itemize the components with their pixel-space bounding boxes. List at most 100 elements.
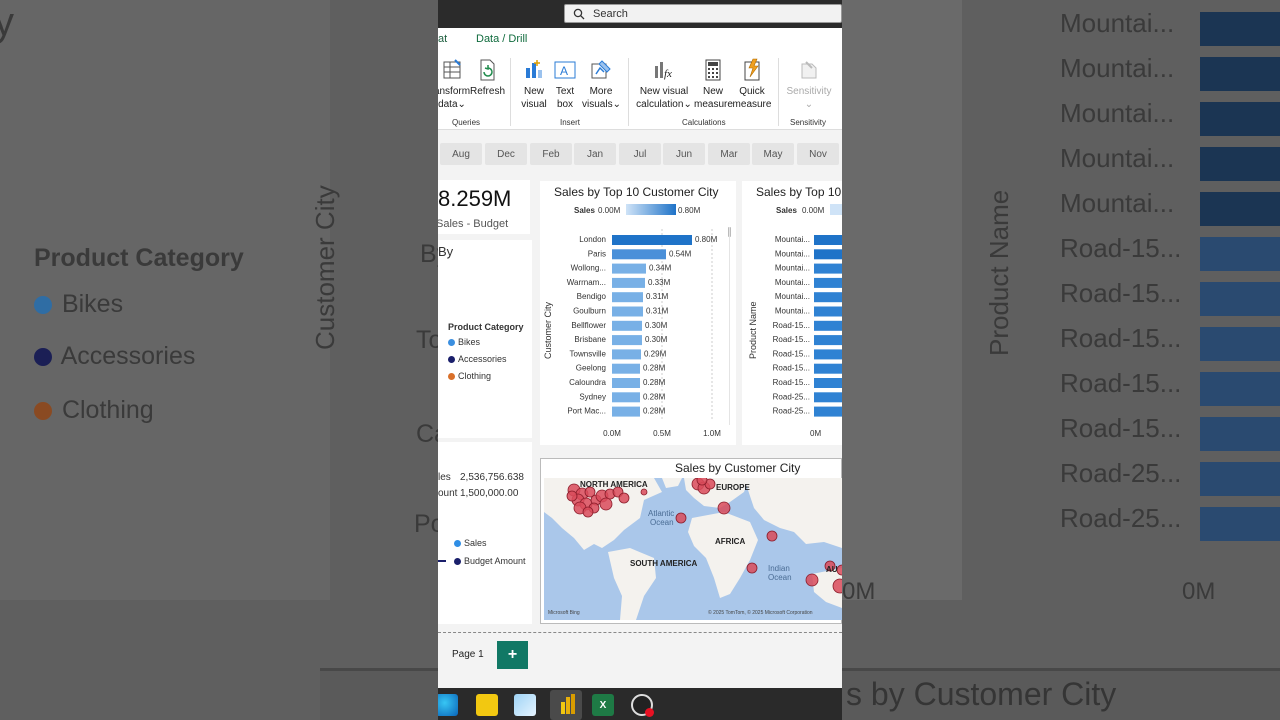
slicer-item[interactable]: Feb xyxy=(530,143,572,165)
text-box-button[interactable]: A Text box xyxy=(550,58,580,111)
background-left: y Customer City Product Category Bikes A… xyxy=(0,0,438,720)
kpi-card[interactable]: 8.259M Sales - Budget xyxy=(438,180,530,234)
screen: y Customer City Product Category Bikes A… xyxy=(0,0,1280,720)
bar[interactable] xyxy=(814,235,842,245)
map-point[interactable] xyxy=(746,562,758,574)
bar[interactable] xyxy=(814,277,842,288)
map-label-indian-ocean-2: Ocean xyxy=(768,573,792,582)
bar[interactable] xyxy=(814,292,842,303)
map-point[interactable] xyxy=(717,501,731,515)
data-label: 0.28M xyxy=(643,407,666,416)
slicer-item[interactable]: Aug xyxy=(440,143,482,165)
map-point[interactable] xyxy=(618,492,630,504)
add-page-button[interactable]: + xyxy=(497,641,528,669)
city-bar-chart-svg: Sales by Top 10 Customer City Sales 0.00M 0… xyxy=(543,185,731,438)
tab-format[interactable]: at xyxy=(438,33,447,45)
y-tick-label: Goulburn xyxy=(573,307,606,316)
product-bar-chart[interactable]: Sales by Top 10 Sales 0.00M Product Name Mou… xyxy=(742,181,842,445)
new-visual-button[interactable]: New visual xyxy=(518,58,550,111)
map-canvas[interactable]: NORTH AMERICA EUROPE Atlantic Ocean AFRI… xyxy=(544,478,842,620)
bar[interactable] xyxy=(612,349,641,360)
bar[interactable] xyxy=(814,335,842,346)
bar[interactable] xyxy=(814,249,842,260)
bar[interactable] xyxy=(612,320,642,331)
map-point[interactable] xyxy=(696,478,708,486)
map-point[interactable] xyxy=(599,497,613,511)
bar[interactable] xyxy=(814,349,842,360)
slicer-item[interactable]: Jun xyxy=(663,143,705,165)
y-axis-label: Product Name xyxy=(748,301,758,359)
slicer-item[interactable]: May xyxy=(752,143,794,165)
search-box[interactable]: Search xyxy=(564,4,842,23)
slicer-item[interactable]: Mar xyxy=(708,143,750,165)
tab-data-drill[interactable]: Data / Drill xyxy=(476,33,527,45)
bar[interactable] xyxy=(612,406,640,417)
new-visual-calculation-button[interactable]: fx New visual calculation⌄ xyxy=(634,58,694,111)
bar[interactable] xyxy=(612,292,643,303)
map-point[interactable] xyxy=(582,506,594,518)
x-tick-label: 1.0M xyxy=(703,429,721,438)
data-label: 0.28M xyxy=(643,392,666,401)
legend-dot xyxy=(448,373,455,381)
map-point[interactable] xyxy=(766,530,778,542)
city-bar-chart[interactable]: Sales by Top 10 Customer City Sales 0.00M 0… xyxy=(540,181,736,445)
sensitivity-button[interactable]: Sensitivity ⌄ xyxy=(784,58,834,111)
x-tick-label: 0.5M xyxy=(653,429,671,438)
slicer-item[interactable]: Jan xyxy=(574,143,616,165)
bg-row-label: Road-15... xyxy=(1060,323,1182,353)
recorder-icon[interactable] xyxy=(631,694,654,717)
powerbi-taskbar-button[interactable] xyxy=(550,690,582,720)
bar[interactable] xyxy=(814,263,842,274)
new-measure-button[interactable]: New measure xyxy=(694,58,733,111)
app-icon[interactable] xyxy=(514,694,536,716)
bar[interactable] xyxy=(814,406,842,417)
more-visuals-button[interactable]: More visuals⌄ xyxy=(582,58,621,111)
bg-tick: 0M xyxy=(842,578,876,605)
excel-icon[interactable]: X xyxy=(592,694,614,716)
bar[interactable] xyxy=(814,320,842,331)
slicer-item[interactable]: Dec xyxy=(485,143,527,165)
data-label: 0.80M xyxy=(695,235,718,244)
bar[interactable] xyxy=(612,249,666,260)
map-point[interactable] xyxy=(675,512,687,524)
map-label-atlantic-2: Ocean xyxy=(650,518,674,527)
chart-icon xyxy=(526,60,542,78)
map-label-indian-ocean: Indian xyxy=(768,564,790,573)
bar[interactable] xyxy=(814,306,842,317)
sales-budget-panel[interactable]: les 2,536,756.638 ount 1,500,000.00 Sale… xyxy=(438,442,532,624)
edge-icon[interactable] xyxy=(438,694,458,716)
category-chart-panel[interactable]: By Product Category Bikes Accessories Cl… xyxy=(438,240,532,438)
bar[interactable] xyxy=(814,378,842,388)
transform-data-button[interactable]: ansformdata⌄ xyxy=(438,58,472,111)
y-tick-label: Brisbane xyxy=(574,335,606,344)
bar[interactable] xyxy=(612,235,692,245)
bar[interactable] xyxy=(612,378,640,388)
refresh-button[interactable]: Refresh xyxy=(470,58,505,99)
bar[interactable] xyxy=(612,263,646,274)
legend-dot xyxy=(448,339,455,347)
quick-measure-button[interactable]: Quick measure xyxy=(732,58,772,111)
bar[interactable] xyxy=(612,392,640,403)
slicer-item[interactable]: Jul xyxy=(619,143,661,165)
map-point[interactable] xyxy=(566,490,578,502)
map-point[interactable] xyxy=(805,573,819,587)
data-label: 0.29M xyxy=(644,349,667,358)
map-point[interactable] xyxy=(640,488,648,496)
legend-bikes: Bikes xyxy=(448,337,480,347)
bar[interactable] xyxy=(814,392,842,403)
file-explorer-icon[interactable] xyxy=(476,694,498,716)
bar[interactable] xyxy=(612,363,640,374)
y-tick-label: Caloundra xyxy=(569,378,606,387)
bar[interactable] xyxy=(612,335,642,346)
bg-row-bar xyxy=(1200,282,1280,316)
legend-min: 0.00M xyxy=(802,206,825,215)
bar[interactable] xyxy=(612,277,645,288)
legend-dot xyxy=(454,558,461,566)
slicer-item[interactable]: Nov xyxy=(797,143,839,165)
map-credit-left: Microsoft Bing xyxy=(548,610,580,616)
bar[interactable] xyxy=(814,363,842,374)
bar[interactable] xyxy=(612,306,643,317)
tab-page-1[interactable]: Page 1 xyxy=(452,649,484,660)
bg-row-label: Road-25... xyxy=(1060,503,1182,533)
bg-po: Po xyxy=(414,510,438,538)
